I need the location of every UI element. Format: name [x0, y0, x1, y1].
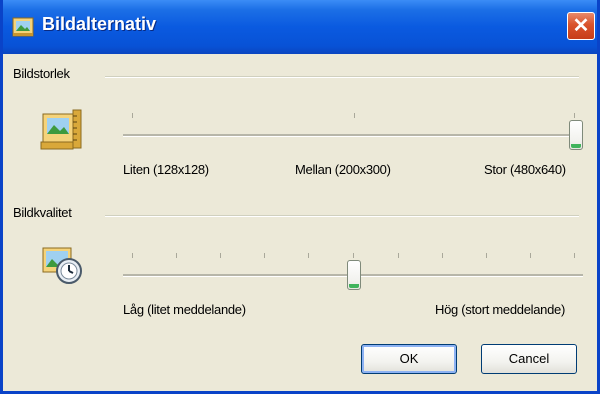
size-mid-label: Mellan (200x300) [295, 162, 391, 177]
size-slider-tick [574, 113, 575, 118]
image-quality-slider[interactable] [123, 250, 583, 294]
image-options-dialog: Bildalternativ ✕ Bildstorlek Liten (128x… [0, 0, 600, 394]
image-options-icon [12, 17, 34, 37]
quality-slider-tick [176, 253, 177, 258]
cancel-button[interactable]: Cancel [481, 344, 577, 374]
quality-group-divider [105, 215, 579, 217]
image-quality-icon [42, 247, 82, 284]
size-min-label: Liten (128x128) [123, 162, 209, 177]
quality-slider-tick [132, 253, 133, 258]
size-group-divider [105, 76, 579, 78]
size-group-label: Bildstorlek [13, 66, 70, 81]
quality-slider-thumb[interactable] [347, 260, 361, 290]
size-slider-track [123, 134, 583, 137]
quality-slider-tick [220, 253, 221, 258]
image-size-slider[interactable] [123, 110, 583, 154]
close-button[interactable]: ✕ [567, 12, 595, 40]
quality-slider-tick [264, 253, 265, 258]
quality-slider-tick [442, 253, 443, 258]
quality-slider-tick [486, 253, 487, 258]
quality-slider-tick [308, 253, 309, 258]
quality-group-label: Bildkvalitet [13, 205, 72, 220]
window-title: Bildalternativ [42, 14, 157, 34]
quality-slider-tick [353, 253, 354, 258]
size-slider-tick [132, 113, 133, 118]
size-slider-thumb[interactable] [569, 120, 583, 150]
quality-slider-tick [398, 253, 399, 258]
close-icon: ✕ [572, 15, 590, 37]
quality-min-label: Låg (litet meddelande) [123, 302, 246, 317]
quality-slider-tick [530, 253, 531, 258]
title-bar[interactable]: Bildalternativ ✕ [3, 0, 597, 54]
size-max-label: Stor (480x640) [484, 162, 566, 177]
quality-max-label: Hög (stort meddelande) [435, 302, 565, 317]
image-size-icon [40, 109, 82, 150]
quality-slider-tick [574, 253, 575, 258]
dialog-content: Bildstorlek Liten (128x128) Mellan (200x… [3, 54, 597, 391]
size-slider-tick [354, 113, 355, 118]
ok-button[interactable]: OK [361, 344, 457, 374]
